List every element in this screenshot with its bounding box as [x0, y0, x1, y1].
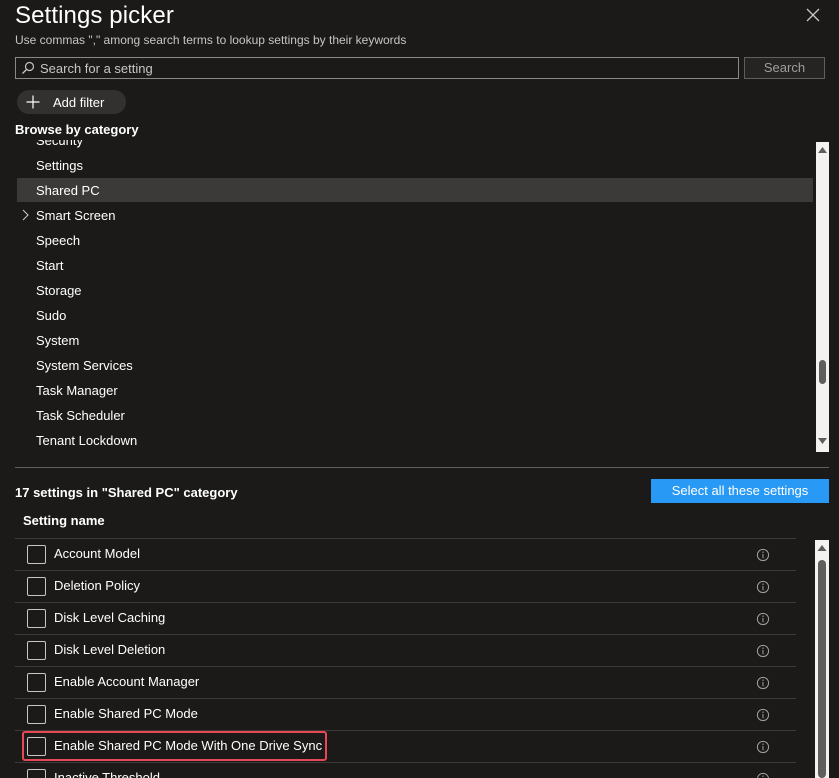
- info-icon[interactable]: [756, 644, 770, 658]
- category-item-label: Tenant Lockdown: [36, 433, 138, 448]
- setting-label: Disk Level Caching: [54, 610, 166, 625]
- setting-label: Account Model: [54, 546, 140, 561]
- setting-label: Enable Account Manager: [54, 674, 200, 689]
- plus-icon: [26, 95, 40, 109]
- search-input[interactable]: [40, 58, 730, 78]
- setting-row[interactable]: Disk Level Caching: [15, 602, 796, 634]
- category-item-label: Sudo: [36, 308, 67, 323]
- category-item-label: Settings: [36, 158, 83, 173]
- settings-count-label: 17 settings in "Shared PC" category: [15, 485, 238, 500]
- search-button[interactable]: Search: [744, 57, 825, 79]
- setting-label: Disk Level Deletion: [54, 642, 166, 657]
- settings-scrollbar[interactable]: [815, 540, 829, 778]
- info-icon[interactable]: [756, 548, 770, 562]
- category-item-tenant-lockdown[interactable]: Tenant Lockdown: [17, 428, 813, 452]
- category-item-label: Start: [36, 258, 64, 273]
- search-field[interactable]: [15, 57, 739, 79]
- column-header-setting-name[interactable]: Setting name: [23, 513, 105, 528]
- category-item-security[interactable]: Security: [17, 140, 813, 152]
- setting-row[interactable]: Enable Account Manager: [15, 666, 796, 698]
- category-item-task-manager[interactable]: Task Manager: [17, 378, 813, 402]
- scroll-up-icon[interactable]: [815, 542, 829, 554]
- setting-row[interactable]: Account Model: [15, 538, 796, 570]
- setting-checkbox[interactable]: [27, 577, 46, 596]
- info-icon[interactable]: [756, 612, 770, 626]
- category-item-label: Speech: [36, 233, 81, 248]
- browse-heading: Browse by category: [15, 122, 139, 137]
- setting-checkbox[interactable]: [27, 737, 46, 756]
- scroll-thumb[interactable]: [819, 360, 826, 384]
- settings-list: Account Model Deletion Policy Disk Level…: [15, 538, 796, 778]
- page-title: Settings picker: [15, 2, 174, 29]
- category-item-speech[interactable]: Speech: [17, 228, 813, 252]
- category-item-label: Task Scheduler: [36, 408, 125, 423]
- scroll-down-icon[interactable]: [816, 435, 829, 447]
- category-item-label: Shared PC: [36, 183, 100, 198]
- category-item-smart-screen[interactable]: Smart Screen: [17, 203, 813, 227]
- setting-row[interactable]: Inactive Threshold: [15, 762, 796, 778]
- category-item-label: System: [36, 333, 80, 348]
- setting-checkbox[interactable]: [27, 769, 46, 778]
- setting-checkbox[interactable]: [27, 673, 46, 692]
- setting-row[interactable]: Enable Shared PC Mode: [15, 698, 796, 730]
- category-item-label: Smart Screen: [36, 208, 116, 223]
- category-item-sudo[interactable]: Sudo: [17, 303, 813, 327]
- category-item-shared-pc[interactable]: Shared PC: [17, 178, 813, 202]
- category-item-label: Storage: [36, 283, 82, 298]
- category-item-label: System Services: [36, 358, 133, 373]
- setting-checkbox[interactable]: [27, 705, 46, 724]
- setting-label: Deletion Policy: [54, 578, 140, 593]
- scroll-up-icon[interactable]: [816, 144, 829, 156]
- info-icon[interactable]: [756, 772, 770, 778]
- category-list: Security Settings Shared PC Smart Screen…: [17, 140, 813, 453]
- category-item-system-services[interactable]: System Services: [17, 353, 813, 377]
- chevron-right-icon[interactable]: [20, 209, 30, 221]
- category-item-label: Security: [36, 140, 83, 148]
- category-item-task-scheduler[interactable]: Task Scheduler: [17, 403, 813, 427]
- info-icon[interactable]: [756, 676, 770, 690]
- category-scrollbar[interactable]: [816, 142, 829, 452]
- category-item-storage[interactable]: Storage: [17, 278, 813, 302]
- info-icon[interactable]: [756, 580, 770, 594]
- setting-checkbox[interactable]: [27, 545, 46, 564]
- info-icon[interactable]: [756, 708, 770, 722]
- select-all-button[interactable]: Select all these settings: [651, 479, 829, 503]
- setting-label: Inactive Threshold: [54, 770, 160, 778]
- scroll-thumb[interactable]: [818, 560, 826, 778]
- setting-row[interactable]: Deletion Policy: [15, 570, 796, 602]
- info-icon[interactable]: [756, 740, 770, 754]
- setting-checkbox[interactable]: [27, 609, 46, 628]
- setting-label: Enable Shared PC Mode: [54, 706, 198, 721]
- setting-label: Enable Shared PC Mode With One Drive Syn…: [54, 738, 323, 753]
- add-filter-label: Add filter: [53, 95, 105, 110]
- setting-checkbox[interactable]: [27, 641, 46, 660]
- category-item-label: Task Manager: [36, 383, 118, 398]
- section-divider: [15, 467, 829, 468]
- setting-row[interactable]: Enable Shared PC Mode With One Drive Syn…: [15, 730, 796, 762]
- category-item-settings[interactable]: Settings: [17, 153, 813, 177]
- page-subtitle: Use commas "," among search terms to loo…: [15, 33, 407, 47]
- search-icon: [22, 61, 35, 74]
- setting-row[interactable]: Disk Level Deletion: [15, 634, 796, 666]
- category-item-start[interactable]: Start: [17, 253, 813, 277]
- category-item-system[interactable]: System: [17, 328, 813, 352]
- close-icon[interactable]: [804, 6, 822, 24]
- add-filter-button[interactable]: Add filter: [17, 90, 126, 114]
